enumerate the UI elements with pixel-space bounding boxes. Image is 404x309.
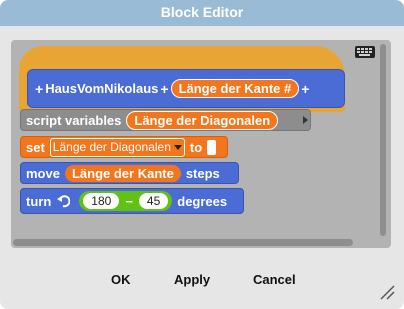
value-input-slot[interactable] — [207, 139, 217, 155]
hat-block[interactable]: + HausVomNikolaus + Länge der Kante # + — [19, 46, 345, 112]
block-label: turn — [26, 193, 52, 209]
move-block[interactable]: move Länge der Kante steps — [20, 162, 239, 184]
dialog-title: Block Editor — [160, 4, 244, 20]
block-label: steps — [185, 165, 220, 181]
chevron-down-icon — [173, 144, 182, 150]
block-editor-dialog: Block Editor + HausVomNikolaus + Länge d… — [0, 0, 404, 309]
title-bar[interactable]: Block Editor — [0, 0, 404, 26]
add-input-plus[interactable]: + — [301, 81, 309, 97]
apply-button[interactable]: Apply — [174, 272, 210, 287]
cancel-button[interactable]: Cancel — [253, 272, 296, 287]
block-label: move — [26, 165, 60, 181]
dropdown-value: Länge der Diagonalen — [52, 140, 171, 154]
custom-block-prototype[interactable]: + HausVomNikolaus + Länge der Kante # + — [27, 69, 345, 108]
script-canvas[interactable]: + HausVomNikolaus + Länge der Kante # + … — [11, 40, 391, 248]
block-label: script variables — [26, 112, 122, 128]
variable-dropdown[interactable]: Länge der Diagonalen — [49, 137, 185, 157]
keyboard-icon[interactable] — [355, 46, 375, 58]
block-label: degrees — [177, 193, 228, 209]
block-label: set — [26, 139, 45, 155]
set-variable-block[interactable]: set Länge der Diagonalen to — [20, 136, 228, 158]
subtract-operator-block[interactable]: 180 − 45 — [79, 191, 173, 211]
add-input-plus[interactable]: + — [35, 81, 43, 97]
expand-arrow-icon[interactable] — [303, 116, 308, 124]
resize-handle-icon[interactable] — [378, 283, 396, 301]
block-label: to — [189, 139, 203, 155]
horizontal-scrollbar[interactable] — [13, 239, 353, 246]
operator-symbol: − — [125, 193, 133, 209]
variable-pill[interactable]: Länge der Diagonalen — [126, 110, 279, 130]
number-input-a[interactable]: 180 — [83, 193, 120, 209]
variable-pill[interactable]: Länge der Kante — [64, 164, 181, 182]
block-name: HausVomNikolaus — [45, 81, 159, 96]
turn-left-icon — [57, 195, 71, 208]
turn-block[interactable]: turn 180 − 45 degrees — [20, 188, 244, 214]
vertical-scrollbar[interactable] — [380, 44, 386, 236]
ok-button[interactable]: OK — [111, 272, 131, 287]
dialog-buttons: OK Apply Cancel — [0, 272, 404, 292]
parameter-pill[interactable]: Länge der Kante # — [170, 79, 300, 98]
script-variables-block[interactable]: script variables Länge der Diagonalen — [20, 109, 311, 131]
number-input-b[interactable]: 45 — [138, 193, 169, 209]
add-input-plus[interactable]: + — [160, 81, 168, 97]
